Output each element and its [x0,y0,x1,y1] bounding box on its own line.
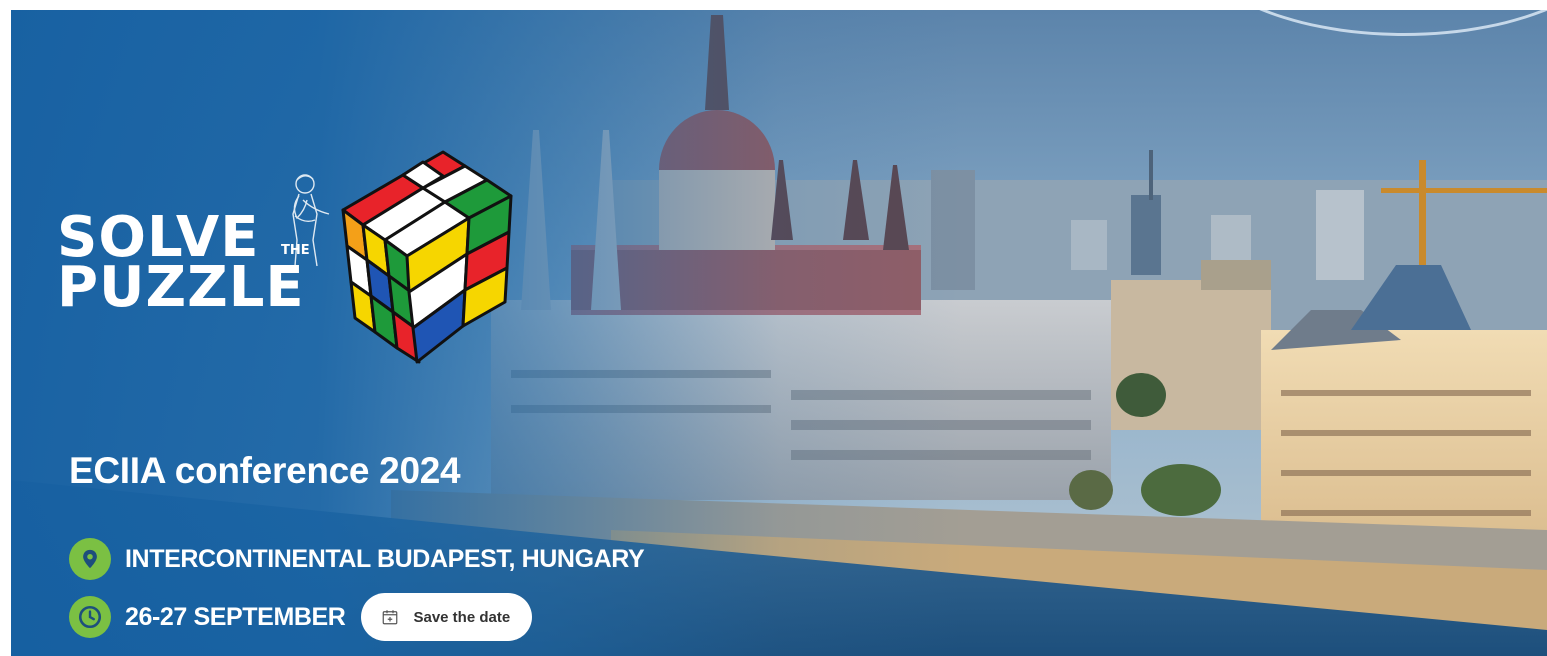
save-the-date-label: Save the date [413,608,511,626]
location-row: INTERCONTINENTAL BUDAPEST, HUNGARY [69,538,645,580]
map-pin-icon [69,538,111,580]
solve-the-puzzle-logo: SOLVE THE PUZZLE [57,150,527,370]
calendar-add-icon [381,608,399,626]
clock-icon [69,596,111,638]
hero-banner: SOLVE THE PUZZLE ECIIA conference 2024 I… [11,10,1547,656]
location-text: INTERCONTINENTAL BUDAPEST, HUNGARY [125,544,645,573]
date-text: 26-27 SEPTEMBER [125,602,346,631]
logo-word-puzzle: PUZZLE [57,255,305,320]
save-the-date-button[interactable]: Save the date [361,593,533,641]
date-row: 26-27 SEPTEMBER Save the date [69,593,533,641]
rubiks-cube-icon [341,150,513,364]
conference-title: ECIIA conference 2024 [69,450,461,491]
